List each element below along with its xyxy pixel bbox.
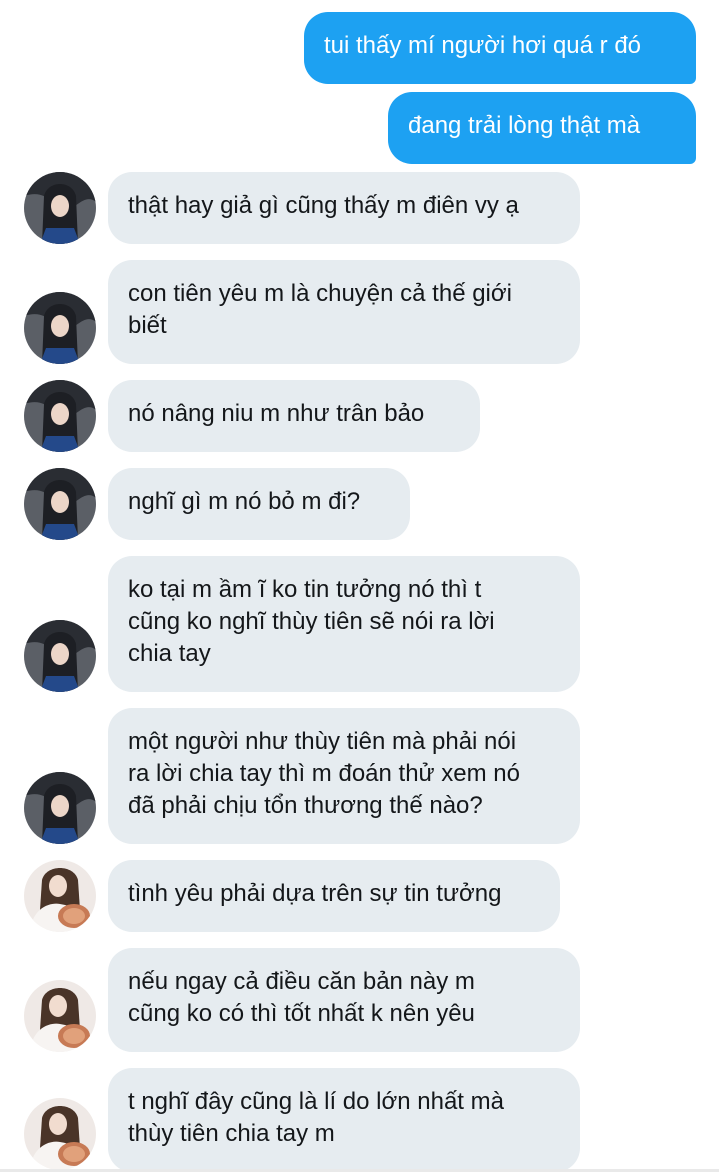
incoming-message[interactable]: nghĩ gì m nó bỏ m đi? xyxy=(108,468,410,540)
avatar-user-b[interactable] xyxy=(24,1098,96,1170)
avatar-user-a[interactable] xyxy=(24,468,96,540)
incoming-message[interactable]: nó nâng niu m như trân bảo xyxy=(108,380,480,452)
avatar-user-a[interactable] xyxy=(24,172,96,244)
outgoing-message[interactable]: tui thấy mí người hơi quá r đó xyxy=(304,12,696,84)
avatar-user-b[interactable] xyxy=(24,860,96,932)
outgoing-message[interactable]: đang trải lòng thật mà xyxy=(388,92,696,164)
incoming-message[interactable]: t nghĩ đây cũng là lí do lớn nhất mà thù… xyxy=(108,1068,580,1172)
avatar-user-b[interactable] xyxy=(24,980,96,1052)
avatar-user-a[interactable] xyxy=(24,292,96,364)
avatar-user-a[interactable] xyxy=(24,380,96,452)
avatar-user-a[interactable] xyxy=(24,772,96,844)
incoming-message[interactable]: con tiên yêu m là chuyện cả thế giới biế… xyxy=(108,260,580,364)
incoming-message[interactable]: nếu ngay cả điều căn bản này m cũng ko c… xyxy=(108,948,580,1052)
avatar-user-a[interactable] xyxy=(24,620,96,692)
incoming-message[interactable]: thật hay giả gì cũng thấy m điên vy ạ xyxy=(108,172,580,244)
incoming-message[interactable]: một người như thùy tiên mà phải nói ra l… xyxy=(108,708,580,844)
incoming-message[interactable]: ko tại m ầm ĩ ko tin tưởng nó thì t cũng… xyxy=(108,556,580,692)
incoming-message[interactable]: tình yêu phải dựa trên sự tin tưởng xyxy=(108,860,560,932)
